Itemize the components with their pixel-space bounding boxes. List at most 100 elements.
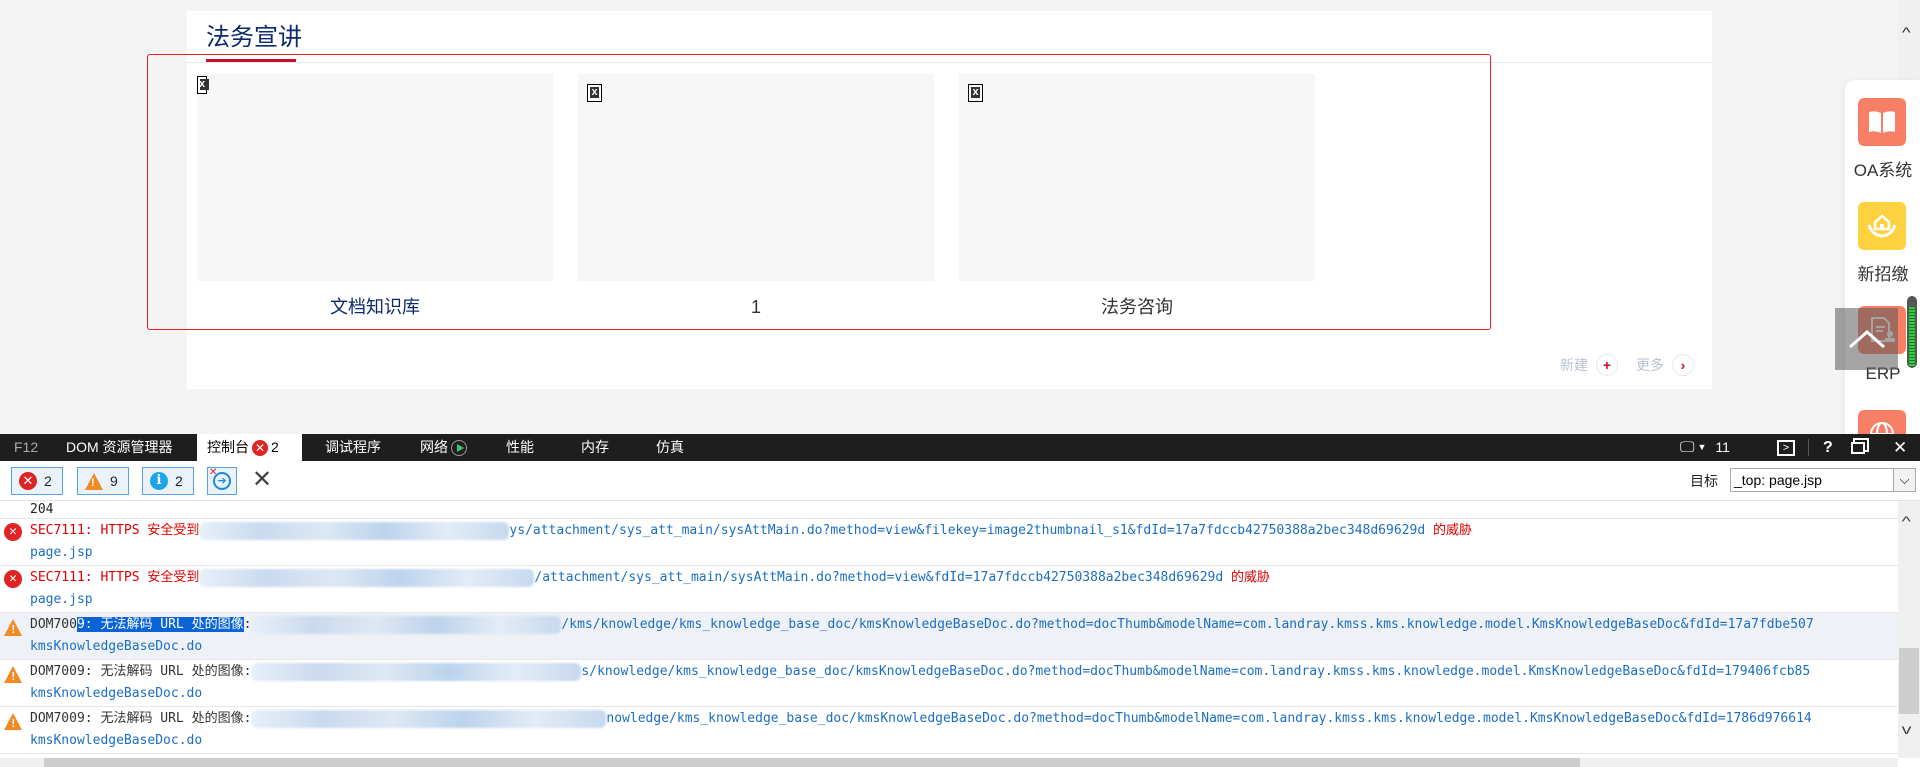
console-prompt-icon: > bbox=[1777, 439, 1795, 456]
clear-console-icon[interactable]: ✕ bbox=[252, 467, 272, 493]
console-entry[interactable]: ! DOM7009: 无法解码 URL 处的图像: nowledge/kms_kn… bbox=[0, 707, 1898, 754]
tab-f12[interactable]: F12 bbox=[14, 434, 38, 461]
play-icon bbox=[451, 439, 467, 456]
card-thumbnail[interactable]: x bbox=[197, 74, 553, 281]
message-url[interactable]: /attachment/sys_att_main/sysAttMain.do?m… bbox=[534, 570, 1223, 585]
console-horizontal-scrollbar[interactable] bbox=[0, 758, 1898, 767]
filter-errors-button[interactable]: ✕ 2 bbox=[11, 467, 63, 495]
info-count: 2 bbox=[175, 473, 183, 489]
message-url[interactable]: s/knowledge/kms_knowledge_base_doc/kmsKn… bbox=[581, 664, 1810, 679]
more-chevron-icon[interactable]: › bbox=[1672, 354, 1694, 376]
console-entry[interactable]: ! DOM7009: 无法解码 URL 处的图像: s/knowledge/kms… bbox=[0, 660, 1898, 707]
new-plus-icon[interactable]: + bbox=[1596, 354, 1618, 376]
message-url[interactable]: ys/attachment/sys_att_main/sysAttMain.do… bbox=[509, 523, 1425, 538]
new-link[interactable]: 新建 bbox=[1560, 355, 1588, 375]
card-label[interactable]: 1 bbox=[578, 296, 934, 318]
scroll-up-icon[interactable]: ^ bbox=[1902, 24, 1911, 40]
message-url[interactable]: /kms/knowledge/kms_knowledge_base_doc/km… bbox=[561, 617, 1813, 632]
message-code: SEC7111 bbox=[30, 523, 85, 538]
redacted-host bbox=[199, 568, 535, 587]
scrollbar-thumb[interactable] bbox=[1899, 648, 1919, 714]
message-text: : HTTPS 安全受到 bbox=[84, 570, 200, 585]
message-code: DOM700 bbox=[30, 617, 77, 632]
undock-icon[interactable] bbox=[1851, 434, 1865, 461]
error-icon: ✕ bbox=[19, 472, 37, 490]
panel-footer-links: 新建 + 更多 › bbox=[1560, 354, 1694, 376]
console-entry[interactable]: ✕ SEC7111: HTTPS 安全受到/attachment/sys_att… bbox=[0, 566, 1898, 613]
error-count: 2 bbox=[44, 473, 52, 489]
scroll-up-icon[interactable]: ^ bbox=[1902, 513, 1911, 529]
tab-label: 控制台 bbox=[207, 439, 249, 455]
tab-emulation[interactable]: 仿真 bbox=[656, 434, 684, 461]
dropdown-icon: ▼ bbox=[1697, 442, 1707, 452]
browser-version: 11 bbox=[1715, 439, 1730, 455]
clear-on-navigate-icon: ➔ ✕ bbox=[209, 467, 231, 490]
error-icon: ✕ bbox=[4, 570, 22, 588]
message-text: : 无法解码 URL 处的图像: bbox=[84, 711, 252, 726]
separator bbox=[1808, 439, 1809, 456]
more-link[interactable]: 更多 bbox=[1636, 355, 1664, 375]
tab-label: 网络 bbox=[420, 439, 448, 455]
quick-link-recruit[interactable]: 新招缴 bbox=[1858, 202, 1909, 285]
filter-info-button[interactable]: i 2 bbox=[142, 467, 194, 495]
quick-links-bar: OA系统 新招缴 ERP bbox=[1845, 80, 1920, 434]
redacted-host bbox=[199, 521, 510, 540]
message-source[interactable]: kmsKnowledgeBaseDoc.do bbox=[30, 684, 1898, 706]
chevron-down-icon[interactable]: ⌵ bbox=[1893, 469, 1915, 491]
warning-icon: ! bbox=[4, 619, 22, 636]
card-label[interactable]: 法务咨询 bbox=[959, 296, 1315, 318]
warning-count: 9 bbox=[110, 473, 118, 489]
card-thumbnail[interactable]: x bbox=[578, 74, 934, 281]
tab-debugger[interactable]: 调试程序 bbox=[325, 434, 381, 461]
clear-on-navigate-button[interactable]: ➔ ✕ bbox=[207, 467, 237, 495]
message-source[interactable]: kmsKnowledgeBaseDoc.do bbox=[30, 637, 1898, 659]
quick-link-globe[interactable] bbox=[1858, 410, 1908, 434]
section-title: 法务宣讲 bbox=[206, 24, 302, 51]
console-vertical-scrollbar[interactable]: ^ v bbox=[1898, 501, 1920, 758]
quick-link-oa[interactable]: OA系统 bbox=[1854, 98, 1912, 181]
tab-memory[interactable]: 内存 bbox=[581, 434, 609, 461]
redacted-host bbox=[251, 662, 582, 681]
card-thumbnail[interactable]: x bbox=[959, 74, 1315, 281]
console-toolbar: ✕ 2 ! 9 i 2 ➔ ✕ ✕ 目标 _top: page.jsp ⌵ bbox=[0, 461, 1920, 501]
console-entry[interactable]: ! DOM7009: 无法解码 URL 处的图像:/kms/knowledge/… bbox=[0, 613, 1898, 660]
message-code: DOM7009 bbox=[30, 664, 85, 679]
level-meter-fill bbox=[1909, 306, 1915, 366]
tab-console[interactable]: 控制台 ✕ 2 bbox=[197, 434, 302, 461]
warning-icon: ! bbox=[85, 472, 103, 490]
message-source[interactable]: kmsKnowledgeBaseDoc.do bbox=[30, 731, 1898, 753]
console-output: 204 ✕ SEC7111: HTTPS 安全受到 ys/attachment/s… bbox=[0, 501, 1898, 758]
console-line: 204 bbox=[0, 501, 1898, 519]
target-device-button[interactable]: 🖵 ▼ 11 bbox=[1680, 434, 1730, 461]
message-source[interactable]: page.jsp bbox=[30, 543, 1898, 565]
filter-warnings-button[interactable]: ! 9 bbox=[77, 467, 129, 495]
message-text: : 无法解码 URL 处的图像: bbox=[84, 664, 252, 679]
monitor-icon: 🖵 bbox=[1680, 439, 1695, 456]
console-entry[interactable]: ✕ SEC7111: HTTPS 安全受到 ys/attachment/sys_a… bbox=[0, 519, 1898, 566]
f12-devtools: F12 DOM 资源管理器 控制台 ✕ 2 调试程序 网络 性能 内存 仿真 🖵… bbox=[0, 434, 1920, 767]
warning-icon: ! bbox=[4, 713, 22, 730]
message-url[interactable]: nowledge/kms_knowledge_base_doc/kmsKnowl… bbox=[606, 711, 1811, 726]
console-toggle-button[interactable]: > bbox=[1777, 434, 1795, 461]
scrollbar-thumb[interactable] bbox=[44, 758, 1580, 767]
broken-image-icon: x bbox=[968, 84, 983, 102]
scroll-down-icon[interactable]: v bbox=[1902, 721, 1912, 737]
tab-network[interactable]: 网络 bbox=[420, 434, 467, 461]
target-label: 目标 bbox=[1690, 473, 1718, 489]
back-to-top-button[interactable] bbox=[1835, 308, 1898, 370]
warning-icon: ! bbox=[4, 666, 22, 683]
redacted-host bbox=[251, 615, 562, 634]
card-label[interactable]: 文档知识库 bbox=[197, 296, 553, 318]
quick-link-label: OA系统 bbox=[1853, 161, 1913, 180]
message-source[interactable]: page.jsp bbox=[30, 590, 1898, 612]
tab-dom-explorer[interactable]: DOM 资源管理器 bbox=[66, 434, 173, 461]
message-suffix: 的威胁 bbox=[1425, 523, 1472, 538]
target-select[interactable]: _top: page.jsp ⌵ bbox=[1730, 468, 1916, 492]
message-code: DOM7009 bbox=[30, 711, 85, 726]
selected-text: 9 bbox=[76, 617, 85, 632]
close-devtools-icon[interactable]: ✕ bbox=[1893, 434, 1907, 461]
broken-image-icon: x bbox=[587, 84, 602, 102]
tab-performance[interactable]: 性能 bbox=[506, 434, 534, 461]
web-page: 法务宣讲 x 文档知识库 x 1 x 法务咨询 新建 + 更多 › ^ OA系统 bbox=[0, 0, 1920, 434]
help-icon[interactable]: ? bbox=[1823, 434, 1833, 461]
